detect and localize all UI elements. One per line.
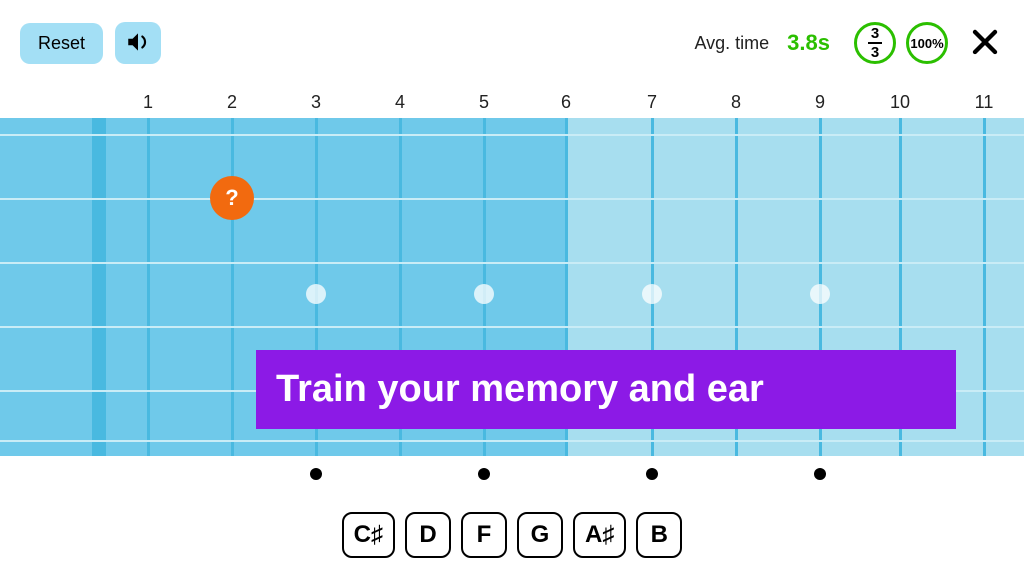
fret-number: 2 [227, 92, 237, 113]
fretboard-inlay [642, 284, 662, 304]
reset-button[interactable]: Reset [20, 23, 103, 64]
note-button[interactable]: A♯ [573, 512, 626, 558]
close-button[interactable] [966, 23, 1004, 64]
fret-number: 10 [890, 92, 910, 113]
fret-number: 7 [647, 92, 657, 113]
speaker-icon [125, 29, 151, 58]
fretboard-inlay [474, 284, 494, 304]
top-bar: Reset Avg. time 3.8s 3 3 100% [0, 18, 1024, 68]
note-button[interactable]: F [461, 512, 507, 558]
string-line [0, 326, 1024, 328]
string-line [0, 198, 1024, 200]
fret-line [231, 118, 234, 456]
string-line [0, 262, 1024, 264]
promo-banner: Train your memory and ear [256, 350, 956, 429]
score-numerator: 3 [871, 26, 879, 41]
position-marker-dot [646, 468, 658, 480]
fret-number: 5 [479, 92, 489, 113]
fret-line [983, 118, 986, 456]
nut [92, 118, 106, 456]
string-line [0, 440, 1024, 442]
sound-button[interactable] [115, 22, 161, 64]
position-marker-dot [478, 468, 490, 480]
fret-number: 9 [815, 92, 825, 113]
score-badge: 3 3 [854, 22, 896, 64]
fret-number: 4 [395, 92, 405, 113]
fret-number: 3 [311, 92, 321, 113]
question-marker[interactable]: ? [210, 176, 254, 220]
string-line [0, 134, 1024, 136]
note-button-row: C♯DFGA♯B [0, 512, 1024, 558]
fret-number: 8 [731, 92, 741, 113]
fret-number: 6 [561, 92, 571, 113]
position-marker-dot [310, 468, 322, 480]
fretboard-inlay [306, 284, 326, 304]
position-marker-dot [814, 468, 826, 480]
avg-time-label: Avg. time [694, 33, 769, 54]
close-icon [970, 45, 1000, 60]
fret-number: 11 [975, 92, 994, 113]
percent-badge: 100% [906, 22, 948, 64]
score-denominator: 3 [871, 45, 879, 60]
fret-number-row: 1 2 3 4 5 6 7 8 9 10 11 [0, 92, 1024, 116]
note-button[interactable]: B [636, 512, 682, 558]
fretboard-inlay [810, 284, 830, 304]
avg-time-value: 3.8s [787, 30, 830, 56]
note-button[interactable]: C♯ [342, 512, 395, 558]
fret-line [147, 118, 150, 456]
note-button[interactable]: D [405, 512, 451, 558]
note-button[interactable]: G [517, 512, 563, 558]
fret-number: 1 [143, 92, 153, 113]
